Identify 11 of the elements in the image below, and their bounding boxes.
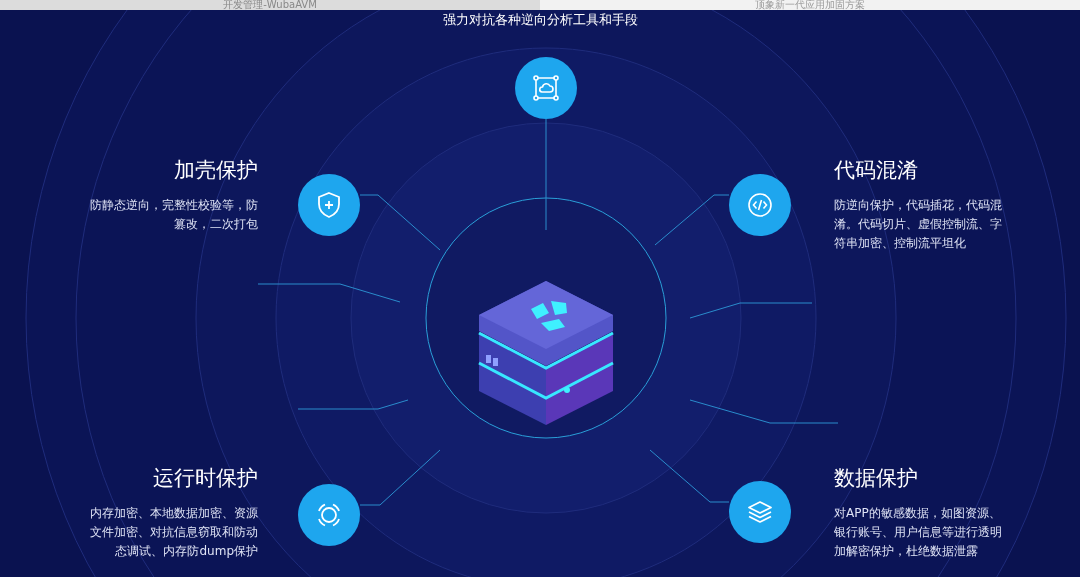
page-tab[interactable]: 顶象新一代应用加固方案	[540, 0, 1080, 10]
subtitle: 强力对抗各种逆向分析工具和手段	[441, 12, 639, 29]
feature-title: 加壳保护	[174, 157, 258, 184]
feature-description: 防静态逆向，完整性校验等，防 篡改，二次打包	[90, 197, 258, 233]
feature-description: 对APP的敏感数据，如图资源、 银行账号、用户信息等进行透明 加解密保护，杜绝数据泄露	[834, 505, 1002, 560]
feature-description: 内存加密、本地数据加密、资源 文件加密、对抗信息窃取和防动 态调试、内存防dump保护	[90, 505, 258, 560]
feature-title: 运行时保护	[153, 465, 258, 492]
feature-description: 防逆向保护，代码插花，代码混 淆。代码切片、虚假控制流、字 符串加密、控制流平坦化	[834, 197, 1002, 252]
feature-title: 数据保护	[834, 465, 918, 492]
page-tab[interactable]: 开发管理-WubaAVM	[0, 0, 540, 10]
feature-title: 代码混淆	[834, 157, 918, 184]
